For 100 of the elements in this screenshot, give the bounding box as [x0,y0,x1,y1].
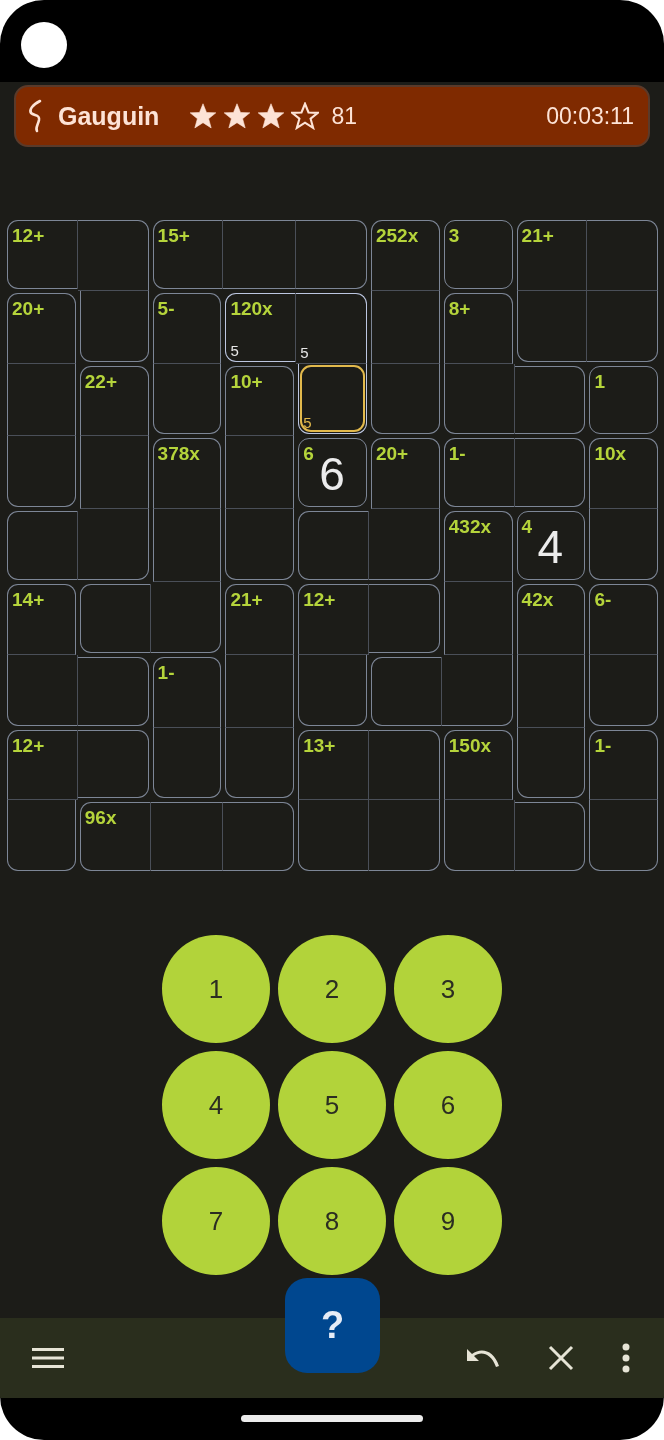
grid-cell[interactable] [371,290,440,364]
grid-cell[interactable] [152,363,222,435]
grid-cell[interactable]: 12+ [7,220,78,289]
grid-cell[interactable] [150,582,222,653]
grid-cell[interactable] [7,800,76,872]
cage-label: 5- [157,297,175,320]
grid-cell[interactable] [150,802,224,872]
grid-cell[interactable] [152,509,222,582]
number-key[interactable]: 9 [394,1167,502,1276]
number-key[interactable]: 2 [278,935,386,1044]
grid-cell[interactable] [7,363,76,437]
grid-cell[interactable] [298,800,369,872]
grid-cell[interactable] [587,220,659,291]
grid-cell[interactable]: 10+ [225,365,295,437]
cage-label: 378x [157,443,200,466]
menu-icon[interactable] [32,1346,64,1370]
number-key[interactable]: 5 [278,1051,386,1160]
grid-cell[interactable]: 378x [152,438,222,510]
grid-cell[interactable] [225,654,295,728]
grid-cell[interactable] [514,438,586,508]
grid-cell[interactable]: 12+ [298,584,369,655]
star-icon [257,102,286,130]
grid-cell[interactable] [298,511,369,580]
grid-cell[interactable]: 20+ [371,438,440,510]
grid-cell[interactable] [514,802,586,872]
grid-cell[interactable] [79,290,149,362]
grid-cell[interactable]: 96x [79,802,151,872]
grid-cell[interactable] [79,436,149,510]
grid-cell[interactable] [516,654,586,728]
grid-cell[interactable] [225,509,295,580]
grid-cell[interactable] [516,290,588,362]
grid-cell[interactable] [587,290,659,362]
cage-label: 1- [448,443,466,466]
grid-cell[interactable]: 5- [152,292,222,364]
grid-cell[interactable]: 5 [296,292,367,364]
grid-cell[interactable] [371,656,442,726]
grid-cell[interactable]: 21+ [225,584,295,655]
number-key[interactable]: 1 [162,935,270,1044]
cage-label: 252x [376,225,419,247]
number-key[interactable]: 8 [278,1167,386,1276]
grid-cell[interactable] [225,727,295,799]
grid-cell[interactable] [223,802,295,872]
grid-cell[interactable] [371,363,440,435]
grid-cell[interactable] [589,509,659,580]
grid-cell[interactable]: 5 [298,363,367,435]
number-key[interactable]: 7 [162,1167,270,1276]
grid-cell[interactable] [369,729,440,801]
grid-cell[interactable] [79,584,151,653]
grid-cell[interactable] [225,436,295,510]
number-key[interactable]: 4 [162,1051,270,1160]
grid-cell[interactable]: 1- [589,729,659,801]
grid-cell[interactable]: 3 [443,220,513,289]
grid-cell[interactable]: 120x 5 [225,292,297,362]
grid-cell[interactable] [443,363,515,435]
help-button[interactable]: ? [285,1278,380,1373]
undo-icon[interactable] [464,1347,500,1369]
grid-cell[interactable]: 1 [589,365,659,435]
grid-cell[interactable]: 10x [589,438,659,510]
more-icon[interactable] [622,1343,630,1373]
grid-cell[interactable] [443,582,513,655]
grid-cell[interactable] [589,800,659,872]
grid-cell[interactable]: 15+ [152,220,224,289]
grid-cell[interactable] [298,654,367,726]
grid-cell[interactable] [516,727,586,799]
grid-cell[interactable]: 42x [516,584,586,655]
grid-cell[interactable]: 12+ [7,729,78,801]
grid-cell[interactable] [369,509,440,580]
grid-cell[interactable]: 14+ [7,584,76,655]
grid-cell[interactable]: 1- [443,438,515,508]
grid-cell[interactable]: 432x [443,511,513,582]
number-key[interactable]: 6 [394,1051,502,1160]
grid-cell[interactable] [589,654,659,726]
grid-cell[interactable] [369,800,440,872]
number-key[interactable]: 3 [394,935,502,1044]
grid-cell[interactable]: 13+ [298,729,369,801]
grid-cell[interactable]: 8+ [443,292,513,364]
close-icon[interactable] [548,1345,574,1371]
grid-cell[interactable]: 150x [443,729,513,801]
grid-cell[interactable] [77,729,149,799]
grid-cell[interactable] [223,220,297,289]
grid-cell[interactable] [514,365,586,435]
grid-cell[interactable] [77,509,149,580]
camera-hole [21,22,67,68]
grid-cell[interactable] [441,654,513,726]
grid-cell[interactable] [77,656,149,726]
star-icon [189,102,218,130]
grid-cell[interactable]: 1- [152,656,222,728]
grid-cell[interactable] [296,220,367,289]
grid-cell[interactable]: 21+ [516,220,588,291]
grid-cell[interactable] [7,654,78,726]
grid-cell[interactable]: 252x [371,220,440,291]
grid-cell[interactable] [7,511,78,580]
grid-cell[interactable] [7,436,76,508]
grid-cell[interactable] [443,800,515,872]
grid-cell[interactable]: 20+ [7,292,76,364]
grid-cell[interactable]: 22+ [79,365,149,437]
grid-cell[interactable] [369,584,440,653]
grid-cell[interactable]: 6- [589,584,659,655]
grid-cell[interactable] [152,727,222,799]
grid-cell[interactable] [77,220,149,291]
